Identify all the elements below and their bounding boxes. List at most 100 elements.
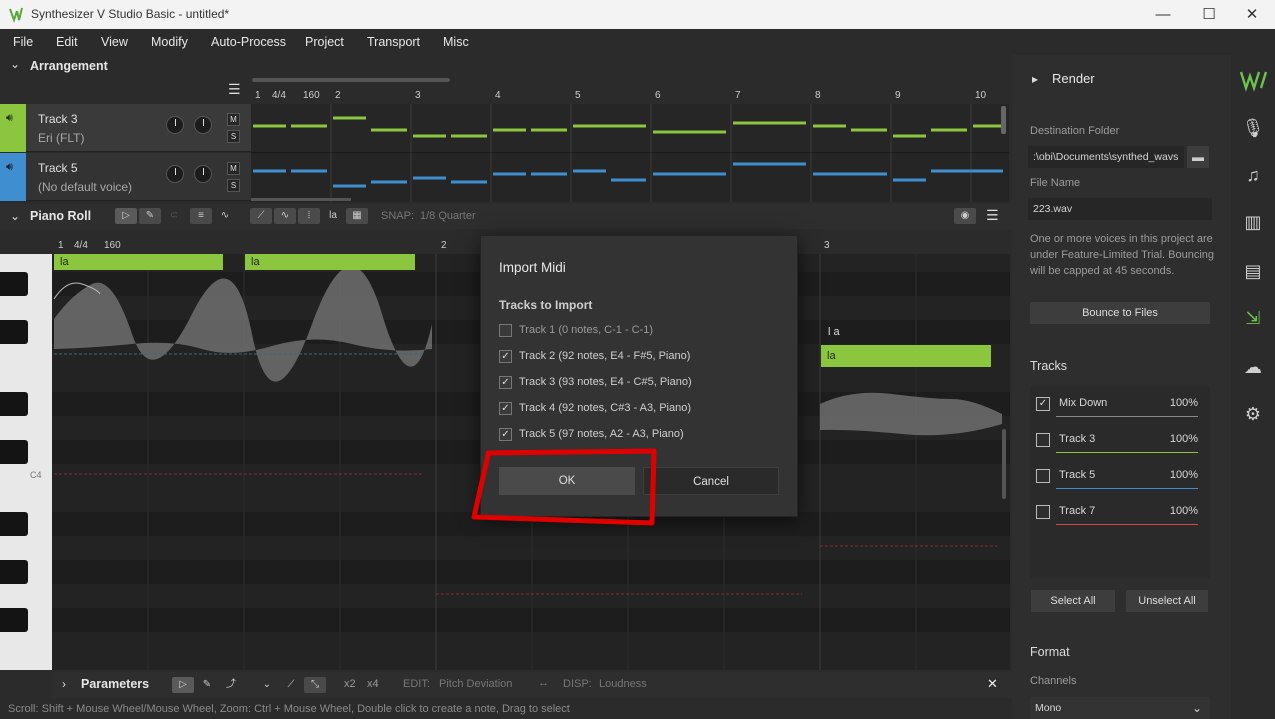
import-track-4-checkbox[interactable]: ✓ Track 4 (92 notes, C#3 - A3, Piano) xyxy=(499,400,759,418)
note[interactable]: la xyxy=(245,254,415,270)
cloud-check-icon[interactable]: ☁ xyxy=(1241,355,1265,379)
swap-icon[interactable]: ↔ xyxy=(538,677,549,689)
black-key[interactable] xyxy=(0,392,28,416)
pan-knob[interactable] xyxy=(194,165,212,183)
black-key[interactable] xyxy=(0,608,28,632)
black-key[interactable] xyxy=(0,560,28,584)
track-header-track-3[interactable]: 🔊︎ Track 3 Eri (FLT) M S xyxy=(0,104,251,152)
render-track-5[interactable]: Track 5 100% xyxy=(1032,463,1200,491)
pitch-curve-icon[interactable]: ∿ xyxy=(274,208,296,224)
raise-icon[interactable]: ⟋ xyxy=(280,677,302,693)
waveform-view-icon[interactable]: ⦙ xyxy=(298,208,320,224)
import-track-3-checkbox[interactable]: ✓ Track 3 (93 notes, E4 - C#5, Piano) xyxy=(499,374,759,392)
checkmark-icon[interactable]: ✓ xyxy=(499,376,512,389)
checkbox-unchecked[interactable] xyxy=(499,324,512,337)
checkmark-icon[interactable]: ✓ xyxy=(499,402,512,415)
black-key[interactable] xyxy=(0,440,28,464)
pen-tool-icon[interactable]: ✎ xyxy=(139,208,161,224)
note-tool-icon[interactable]: ≡ xyxy=(190,208,212,224)
track-header-track-5[interactable]: 🔊︎ Track 5 (No default voice) M S xyxy=(0,153,251,201)
expand-parameters-icon[interactable]: › xyxy=(62,677,66,691)
microphone-icon[interactable]: 🎙︎ xyxy=(1241,116,1265,140)
solo-button[interactable]: S xyxy=(227,130,240,143)
settings-gear-icon[interactable]: ⚙ xyxy=(1241,402,1265,426)
import-track-5-checkbox[interactable]: ✓ Track 5 (97 notes, A2 - A3, Piano) xyxy=(499,426,759,444)
menu-auto-process[interactable]: Auto-Process xyxy=(211,35,286,49)
menu-modify[interactable]: Modify xyxy=(151,35,188,49)
collapse-arrangement-icon[interactable]: ⌄ xyxy=(10,57,20,71)
unselect-all-button[interactable]: Unselect All xyxy=(1126,590,1208,612)
render-track-mix-down[interactable]: ✓ Mix Down 100% xyxy=(1032,391,1200,419)
piano-keyboard[interactable]: C4 xyxy=(0,254,52,670)
folder-icon[interactable]: ▬ xyxy=(1187,146,1209,168)
import-track-2-checkbox[interactable]: ✓ Track 2 (92 notes, E4 - F#5, Piano) xyxy=(499,348,759,366)
mute-button[interactable]: M xyxy=(227,162,240,175)
track-name[interactable]: Track 3 xyxy=(38,112,78,126)
maximize-button[interactable]: ☐ xyxy=(1186,0,1232,29)
volume-knob[interactable] xyxy=(166,165,184,183)
lyrics-view-icon[interactable]: la xyxy=(322,208,344,224)
book-icon[interactable]: ▤ xyxy=(1241,259,1265,283)
close-window-button[interactable]: ✕ xyxy=(1229,0,1275,29)
channels-select[interactable]: Mono ⌄ xyxy=(1030,697,1210,719)
video-view-icon[interactable]: ▦ xyxy=(346,208,368,224)
track-name[interactable]: Track 5 xyxy=(38,161,78,175)
checkmark-icon[interactable]: ✓ xyxy=(1036,397,1050,411)
menu-edit[interactable]: Edit xyxy=(56,35,78,49)
checkbox-unchecked[interactable] xyxy=(1036,433,1050,447)
pan-knob[interactable] xyxy=(194,116,212,134)
arrangement-menu-icon[interactable]: ☰ xyxy=(228,81,241,98)
close-parameters-button[interactable]: ✕ xyxy=(987,676,998,692)
render-track-7[interactable]: Track 7 100% xyxy=(1032,499,1200,527)
file-name-field[interactable]: 223.wav xyxy=(1028,198,1212,220)
scissors-tool-icon[interactable]: ⊂ xyxy=(163,208,185,224)
arrangement-scroll-thumb[interactable] xyxy=(251,198,351,201)
menu-view[interactable]: View xyxy=(101,35,128,49)
lower-icon[interactable]: ⌄ xyxy=(256,677,278,693)
black-key[interactable] xyxy=(0,512,28,536)
pointer-tool-icon[interactable]: ▷ xyxy=(115,208,137,224)
checkmark-icon[interactable]: ✓ xyxy=(499,428,512,441)
reset-icon[interactable]: ⤡ xyxy=(304,677,326,693)
pointer-tool-icon[interactable]: ▷ xyxy=(172,677,194,693)
black-key[interactable] xyxy=(0,272,28,296)
menu-project[interactable]: Project xyxy=(305,35,344,49)
checkbox-unchecked[interactable] xyxy=(1036,469,1050,483)
menu-transport[interactable]: Transport xyxy=(367,35,420,49)
arrangement-h-scrollbar[interactable] xyxy=(252,78,450,82)
note[interactable]: la xyxy=(54,254,223,270)
smooth-tool-icon[interactable]: ⤴ xyxy=(220,677,242,693)
render-export-icon[interactable]: ⇲ xyxy=(1241,306,1265,330)
checkbox-unchecked[interactable] xyxy=(1036,505,1050,519)
library-icon[interactable]: ▥ xyxy=(1241,210,1265,234)
checkmark-icon[interactable]: ✓ xyxy=(499,350,512,363)
black-key[interactable] xyxy=(0,320,28,344)
menu-file[interactable]: File xyxy=(13,35,33,49)
collapse-piano-roll-icon[interactable]: ⌄ xyxy=(10,209,20,223)
bounce-to-files-button[interactable]: Bounce to Files xyxy=(1030,302,1210,324)
select-all-button[interactable]: Select All xyxy=(1031,590,1115,612)
curve-tool-icon[interactable]: ∿ xyxy=(214,208,236,224)
music-note-icon[interactable]: ♫ xyxy=(1241,163,1265,187)
arrangement-ruler[interactable]: 1 4/4 160 2 3 4 5 6 7 8 9 10 xyxy=(251,88,1009,104)
minimize-button[interactable]: — xyxy=(1140,0,1186,29)
render-track-3[interactable]: Track 3 100% xyxy=(1032,427,1200,455)
volume-knob[interactable] xyxy=(166,116,184,134)
note[interactable]: la xyxy=(821,345,991,367)
zoom-x2-button[interactable]: x2 xyxy=(344,678,356,690)
edit-parameter-select[interactable]: Pitch Deviation xyxy=(439,678,512,690)
pen-tool-icon[interactable]: ✎ xyxy=(196,677,218,693)
camera-icon[interactable]: ◉ xyxy=(954,208,976,224)
arrangement-lanes[interactable] xyxy=(251,104,1009,202)
solo-button[interactable]: S xyxy=(227,179,240,192)
cancel-button[interactable]: Cancel xyxy=(643,467,779,495)
menu-misc[interactable]: Misc xyxy=(443,35,469,49)
display-parameter-select[interactable]: Loudness xyxy=(599,678,647,690)
import-track-1-checkbox[interactable]: Track 1 (0 notes, C-1 - C-1) xyxy=(499,322,759,340)
zoom-x4-button[interactable]: x4 xyxy=(367,678,379,690)
snap-value[interactable]: 1/8 Quarter xyxy=(420,210,476,222)
collapse-render-icon[interactable]: ▸ xyxy=(1032,72,1038,86)
destination-folder-field[interactable]: :\obi\Documents\synthed_wavs xyxy=(1028,146,1184,168)
logo-icon[interactable] xyxy=(1239,68,1269,92)
pitch-view-icon[interactable]: ⟋ xyxy=(250,208,272,224)
